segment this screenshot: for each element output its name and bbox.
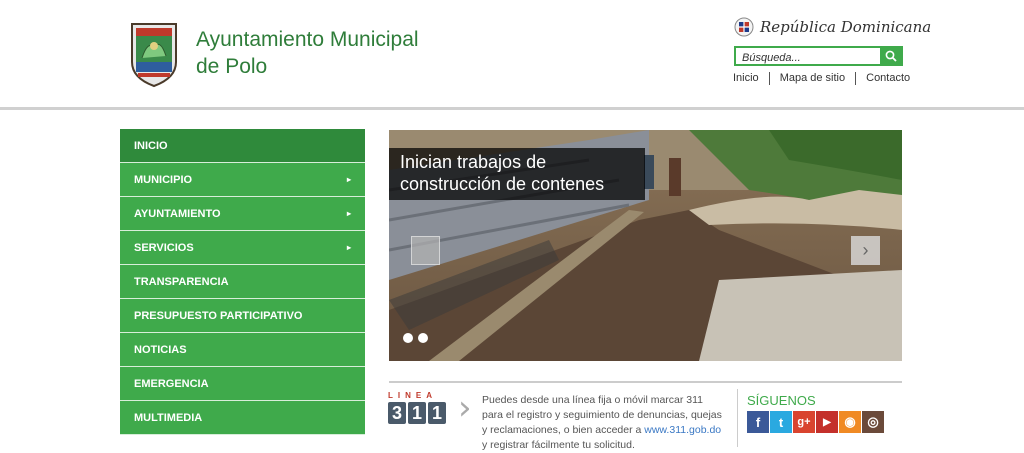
- menu-item-emergencia[interactable]: EMERGENCIA: [120, 367, 365, 401]
- slide-caption[interactable]: Inician trabajos de construcción de cont…: [389, 148, 645, 200]
- search-box: [734, 46, 903, 66]
- submenu-arrow-icon: ▸: [346, 209, 351, 218]
- republica-dominicana-banner[interactable]: República Dominicana: [734, 16, 931, 38]
- search-input[interactable]: [736, 50, 886, 66]
- menu-item-presupuesto-participativo[interactable]: PRESUPUESTO PARTICIPATIVO: [120, 299, 365, 333]
- dominican-coat-of-arms-icon: [734, 17, 754, 37]
- googleplus-icon[interactable]: g+: [793, 411, 815, 433]
- menu-item-label: MULTIMEDIA: [134, 411, 203, 424]
- linea-label: LINEA: [388, 391, 437, 400]
- menu-item-inicio[interactable]: INICIO: [120, 129, 365, 163]
- site-title-line2: de Polo: [196, 55, 268, 78]
- menu-item-label: INICIO: [134, 139, 168, 152]
- search-icon: [885, 50, 897, 62]
- menu-item-label: TRANSPARENCIA: [134, 275, 229, 288]
- linea-digit: 1: [428, 402, 446, 424]
- menu-item-label: SERVICIOS: [134, 241, 194, 254]
- content-divider: [389, 381, 902, 383]
- social-icons: f t g+ ▶ ◉ ◎: [747, 411, 884, 433]
- country-label: República Dominicana: [760, 18, 932, 36]
- youtube-icon[interactable]: ▶: [816, 411, 838, 433]
- slider-next-button[interactable]: ›: [851, 236, 880, 265]
- site-header: Ayuntamiento Municipal de Polo República…: [0, 0, 1024, 107]
- chevron-right-icon: ›: [862, 240, 869, 260]
- slider-pagination: [403, 333, 428, 343]
- linea-311-logo[interactable]: LINEA 3 1 1: [388, 391, 466, 431]
- menu-item-label: MUNICIPIO: [134, 173, 193, 186]
- facebook-icon[interactable]: f: [747, 411, 769, 433]
- municipal-seal-logo[interactable]: [128, 18, 180, 88]
- top-link-contacto[interactable]: Contacto: [855, 72, 910, 85]
- search-button[interactable]: [880, 48, 901, 64]
- slider-prev-button[interactable]: [411, 236, 440, 265]
- linea-digit: 1: [408, 402, 426, 424]
- slide-caption-line1: Inician trabajos de: [400, 152, 547, 172]
- site-title-line1: Ayuntamiento Municipal: [196, 28, 419, 51]
- submenu-arrow-icon: ▸: [346, 175, 351, 184]
- linea-311-description: Puedes desde una línea fija o móvil marc…: [482, 393, 722, 453]
- linea-digit: 3: [388, 402, 406, 424]
- vertical-divider: [737, 389, 738, 447]
- header-divider: [0, 107, 1024, 110]
- menu-item-municipio[interactable]: MUNICIPIO ▸: [120, 163, 365, 197]
- site-title[interactable]: Ayuntamiento Municipal de Polo: [196, 26, 419, 80]
- slider-dot[interactable]: [418, 333, 428, 343]
- menu-item-multimedia[interactable]: MULTIMEDIA: [120, 401, 365, 435]
- linea-311-text-end: y registrar fácilmente tu solicitud.: [482, 439, 635, 451]
- linea-311-link[interactable]: www.311.gob.do: [644, 424, 721, 436]
- twitter-icon[interactable]: t: [770, 411, 792, 433]
- menu-item-ayuntamiento[interactable]: AYUNTAMIENTO ▸: [120, 197, 365, 231]
- menu-item-label: AYUNTAMIENTO: [134, 207, 221, 220]
- slide-caption-line2: construcción de contenes: [400, 174, 605, 194]
- social-heading: SÍGUENOS: [747, 393, 816, 408]
- top-link-mapa-de-sitio[interactable]: Mapa de sitio: [768, 72, 855, 85]
- top-links: Inicio Mapa de sitio Contacto: [733, 72, 910, 85]
- menu-item-noticias[interactable]: NOTICIAS: [120, 333, 365, 367]
- main-menu: INICIO MUNICIPIO ▸ AYUNTAMIENTO ▸ SERVICIO…: [120, 129, 365, 435]
- slider-dot[interactable]: [403, 333, 413, 343]
- menu-item-label: EMERGENCIA: [134, 377, 209, 390]
- menu-item-label: NOTICIAS: [134, 343, 187, 356]
- menu-item-transparencia[interactable]: TRANSPARENCIA: [120, 265, 365, 299]
- submenu-arrow-icon: ▸: [346, 243, 351, 252]
- rss-icon[interactable]: ◉: [839, 411, 861, 433]
- menu-item-label: PRESUPUESTO PARTICIPATIVO: [134, 309, 303, 322]
- menu-item-servicios[interactable]: SERVICIOS ▸: [120, 231, 365, 265]
- instagram-icon[interactable]: ◎: [862, 411, 884, 433]
- chevron-right-icon: ›: [458, 388, 472, 428]
- top-link-inicio[interactable]: Inicio: [733, 72, 769, 85]
